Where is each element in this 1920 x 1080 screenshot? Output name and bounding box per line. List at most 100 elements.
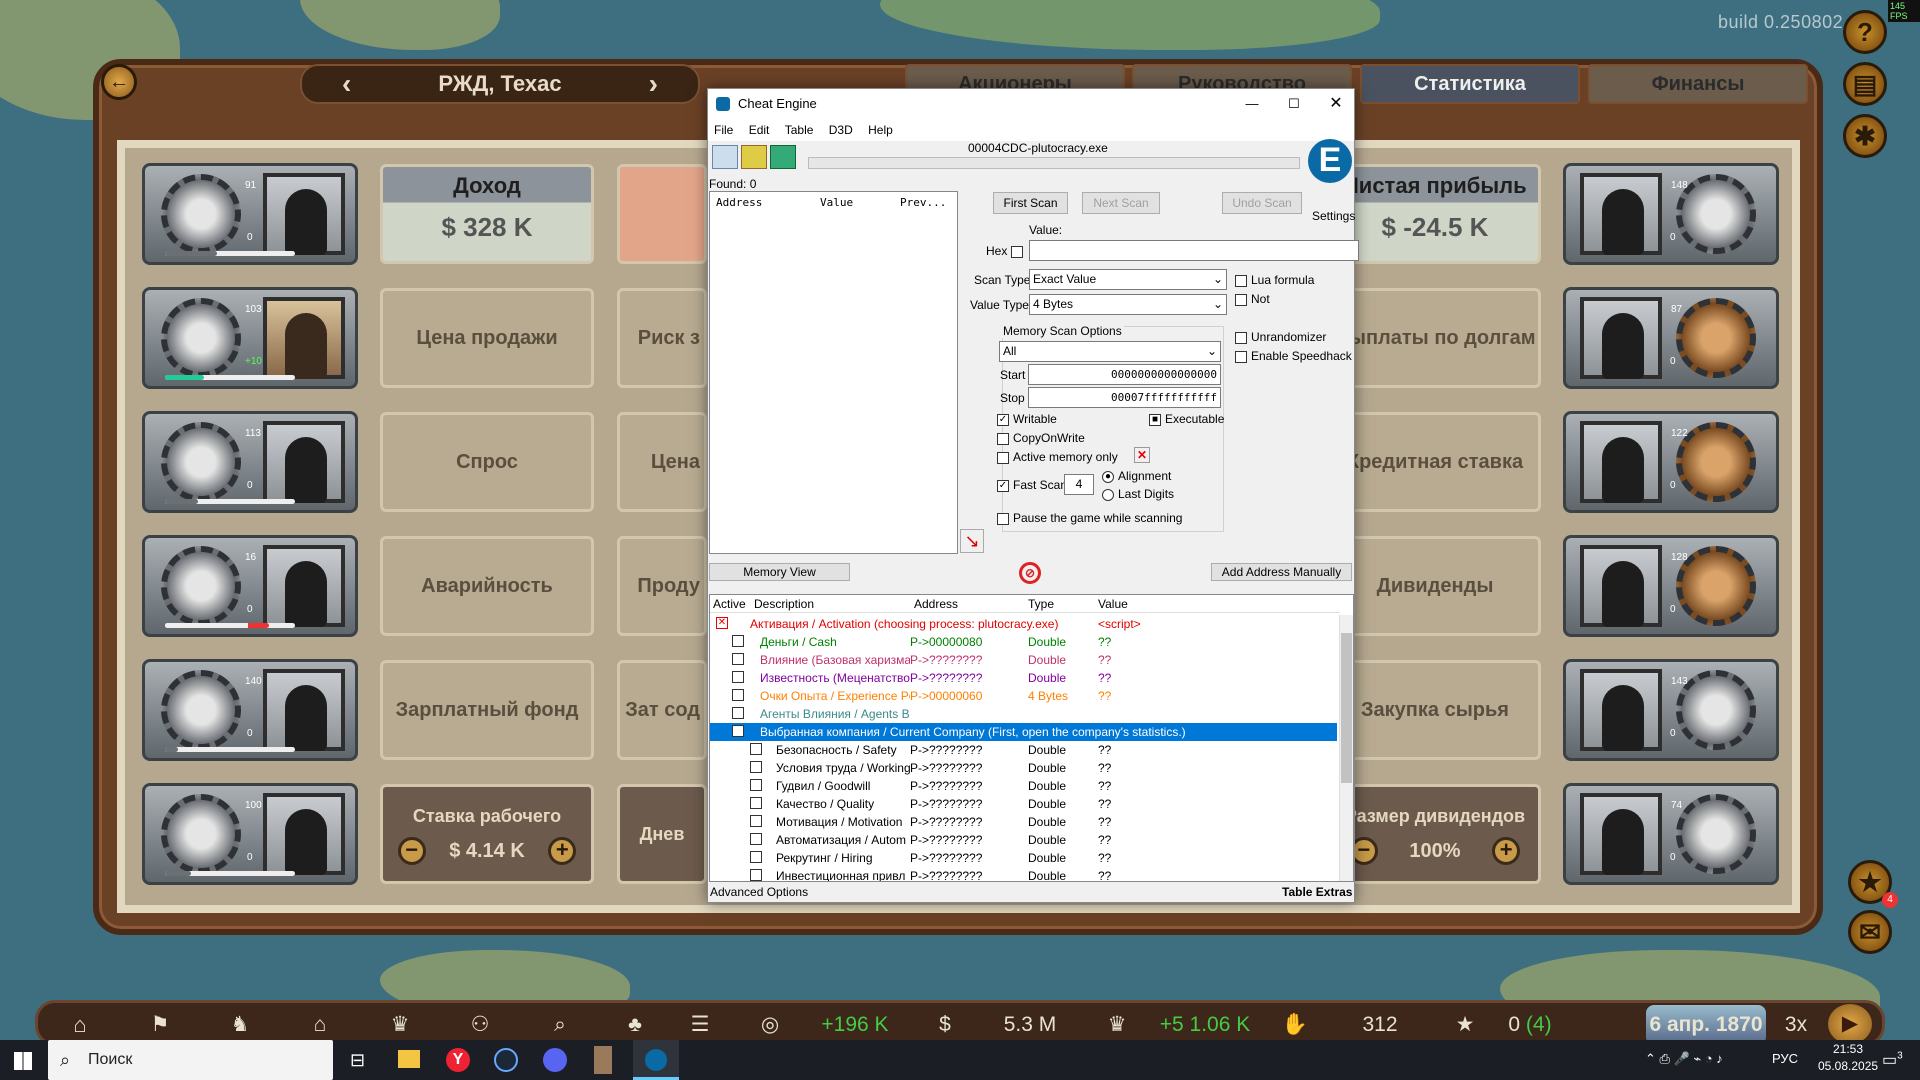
menu-d3d[interactable]: D3D: [829, 119, 853, 141]
active-checkbox[interactable]: [750, 833, 762, 845]
column-description[interactable]: Description: [754, 595, 814, 613]
cheat-table[interactable]: Active Description Address Type Value ✕ А…: [709, 594, 1354, 882]
steam-icon[interactable]: [494, 1048, 518, 1072]
file-explorer-icon[interactable]: [398, 1050, 420, 1068]
manager-slot[interactable]: 87 0: [1563, 287, 1779, 389]
executable-checkbox[interactable]: ■ Executable: [1149, 412, 1224, 426]
game-speed[interactable]: 3x: [1776, 1005, 1816, 1045]
active-memory-checkbox[interactable]: Active memory only: [997, 450, 1118, 464]
manager-slot[interactable]: 148 0: [1563, 163, 1779, 265]
column-value[interactable]: Value: [1098, 595, 1128, 613]
manager-slot[interactable]: 100 0: [142, 783, 358, 885]
menu-file[interactable]: File: [714, 119, 733, 141]
unrandomizer-checkbox[interactable]: Unrandomizer: [1235, 330, 1326, 344]
menu-icon[interactable]: ☰: [680, 1005, 720, 1045]
stat-card[interactable]: Дивиденды: [1329, 536, 1541, 636]
play-button[interactable]: ▶: [1828, 1004, 1872, 1044]
stat-card[interactable]: Цена: [617, 412, 707, 512]
manager-slot[interactable]: 74 0: [1563, 783, 1779, 885]
notification-icon[interactable]: ▭3: [1882, 1050, 1903, 1070]
task-view-icon[interactable]: ⊟: [350, 1050, 365, 1071]
increase-button[interactable]: +: [548, 836, 577, 865]
stop-icon[interactable]: ⊘: [1019, 562, 1041, 584]
cheat-engine-logo[interactable]: E: [1308, 139, 1352, 183]
hex-checkbox[interactable]: Hex: [986, 244, 1027, 258]
close-icon[interactable]: ✕: [1316, 89, 1356, 119]
table-row[interactable]: Деньги / Cash P->00000080 Double??: [710, 633, 1340, 651]
org-chart-icon[interactable]: ⚇: [450, 1005, 510, 1045]
found-address-list[interactable]: Address Value Prev...: [709, 191, 958, 554]
horse-icon[interactable]: ♞: [210, 1005, 270, 1045]
decrease-button[interactable]: −: [397, 836, 426, 865]
increase-button[interactable]: +: [1492, 836, 1521, 865]
copyonwrite-checkbox[interactable]: CopyOnWrite: [997, 431, 1085, 445]
manager-slot[interactable]: 128 0: [1563, 535, 1779, 637]
table-row[interactable]: Мотивация / Motivation P->???????? Double?…: [710, 813, 1340, 831]
table-row[interactable]: Агенты Влияния / Agents Board: [710, 705, 1340, 723]
add-address-manually-button[interactable]: Add Address Manually: [1211, 563, 1352, 581]
clock[interactable]: 21:53 05.08.2025: [1818, 1042, 1878, 1073]
column-value[interactable]: Value: [820, 196, 853, 209]
table-row[interactable]: Безопасность / Safety P->???????? Double??: [710, 741, 1340, 759]
active-checkbox[interactable]: [750, 761, 762, 773]
column-active[interactable]: Active: [713, 595, 746, 613]
menu-edit[interactable]: Edit: [749, 119, 770, 141]
trophy-icon[interactable]: ♛: [370, 1005, 430, 1045]
home-icon[interactable]: ⌂: [50, 1005, 110, 1045]
scrollbar-thumb[interactable]: [1341, 633, 1352, 783]
stat-card[interactable]: Закупка сырья: [1329, 660, 1541, 760]
table-row[interactable]: Очки Опыта / Experience Pc P->00000060 4 B…: [710, 687, 1340, 705]
stop-address-input[interactable]: 00007fffffffffff: [1028, 387, 1221, 408]
table-row[interactable]: Инвестиционная привл P->???????? Double??: [710, 867, 1340, 881]
table-row[interactable]: ✕ Активация / Activation (choosing proces…: [710, 615, 1340, 633]
region-select[interactable]: All ⌄: [999, 341, 1221, 362]
mail-icon[interactable]: ✉: [1848, 910, 1892, 954]
active-checkbox[interactable]: [750, 815, 762, 827]
tab-statistics[interactable]: Статистика: [1360, 64, 1580, 104]
manager-slot[interactable]: 143 0: [1563, 659, 1779, 761]
table-row[interactable]: Известность (Меценатство) P->???????? Doub…: [710, 669, 1340, 687]
stat-card[interactable]: Цена продажи: [380, 288, 594, 388]
manager-slot[interactable]: 140 0: [142, 659, 358, 761]
windows-start-icon[interactable]: [14, 1052, 32, 1070]
stat-card[interactable]: Зарплатный фонд: [380, 660, 594, 760]
stat-card[interactable]: Спрос: [380, 412, 594, 512]
discord-icon[interactable]: [543, 1048, 567, 1072]
column-address[interactable]: Address: [914, 595, 958, 613]
tree-icon[interactable]: ♣: [610, 1005, 660, 1045]
table-row[interactable]: Автоматизация / Autom P->???????? Double??: [710, 831, 1340, 849]
manager-slot[interactable]: 16 0: [142, 535, 358, 637]
prev-company-arrow[interactable]: ‹: [342, 66, 351, 102]
cheat-engine-taskbar-icon[interactable]: [633, 1040, 679, 1080]
active-checkbox[interactable]: ✕: [716, 617, 728, 629]
plutocracy-icon[interactable]: [594, 1046, 612, 1074]
column-previous[interactable]: Prev...: [900, 196, 946, 209]
language-indicator[interactable]: РУС: [1772, 1051, 1798, 1066]
last-digits-radio[interactable]: Last Digits: [1102, 487, 1174, 501]
active-checkbox[interactable]: [732, 653, 744, 665]
menu-help[interactable]: Help: [868, 119, 893, 141]
table-row[interactable]: Рекрутинг / Hiring P->???????? Double??: [710, 849, 1340, 867]
tab-finances[interactable]: Финансы: [1588, 64, 1808, 104]
stat-card[interactable]: Зат сод: [617, 660, 707, 760]
system-tray-icons[interactable]: ⌃ ⎙ 🎤 ⌁ ◔ ♪: [1645, 1051, 1723, 1067]
save-icon[interactable]: [770, 145, 796, 169]
fast-scan-checkbox[interactable]: ✓ Fast Scan: [997, 478, 1067, 492]
memory-view-button[interactable]: Memory View: [709, 563, 850, 581]
menu-table[interactable]: Table: [785, 119, 814, 141]
back-button[interactable]: ←: [101, 64, 137, 100]
add-arrow-icon[interactable]: ↘: [960, 529, 984, 553]
settings-link[interactable]: Settings: [1312, 209, 1355, 223]
value-type-select[interactable]: 4 Bytes ⌄: [1029, 294, 1227, 315]
alignment-radio[interactable]: ● Alignment: [1102, 469, 1171, 483]
table-row[interactable]: Условия труда / Working P->???????? Double…: [710, 759, 1340, 777]
stat-card[interactable]: Кредитная ставка: [1329, 412, 1541, 512]
value-input[interactable]: [1029, 240, 1359, 261]
column-address[interactable]: Address: [716, 196, 762, 209]
next-scan-button[interactable]: Next Scan: [1082, 192, 1160, 214]
stat-card[interactable]: Аварийность: [380, 536, 594, 636]
pause-game-checkbox[interactable]: Pause the game while scanning: [997, 511, 1182, 525]
stat-card[interactable]: Проду: [617, 536, 707, 636]
table-row[interactable]: Гудвил / Goodwill P->???????? Double??: [710, 777, 1340, 795]
search-input[interactable]: ⌕ Поиск: [48, 1040, 333, 1080]
